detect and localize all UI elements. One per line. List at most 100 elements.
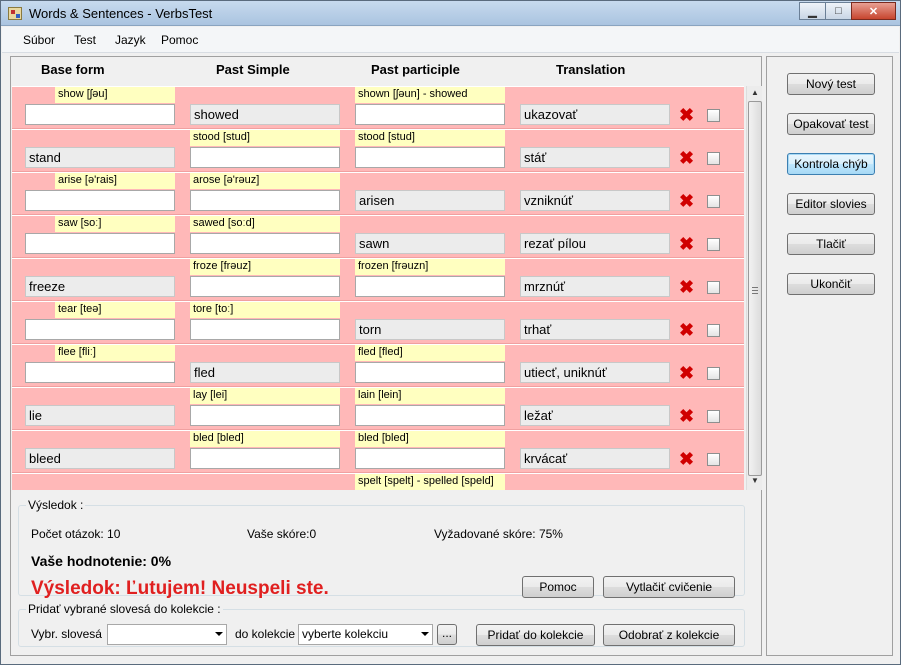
select-verb-checkbox[interactable] (707, 152, 720, 165)
hint-label: arise [ə'rais] (55, 173, 175, 189)
hint-label: flee [fliː] (55, 345, 175, 361)
scroll-thumb[interactable] (748, 101, 762, 476)
base-form-field[interactable]: stand (25, 147, 175, 168)
base-form-field[interactable] (25, 319, 175, 340)
base-form-field[interactable]: bleed (25, 448, 175, 469)
select-verb-checkbox[interactable] (707, 195, 720, 208)
translation-field: utiecť, uniknúť (520, 362, 670, 383)
select-verb-checkbox[interactable] (707, 453, 720, 466)
header-base-form: Base form (41, 62, 105, 77)
title-bar[interactable]: Words & Sentences - VerbsTest ▁ □ ✕ (1, 1, 900, 26)
scroll-down-arrow-icon[interactable]: ▼ (749, 476, 761, 488)
collection-group: Pridať vybrané slovesá do kolekcie : Vyb… (18, 602, 745, 647)
verb-row: stand stood [stud] stood [stud] stáť ✖ (12, 130, 744, 172)
menu-bar: Súbor Test Jazyk Pomoc (2, 27, 899, 53)
hint-label: lay [lei] (190, 388, 340, 404)
past-simple-field[interactable] (190, 276, 340, 297)
past-participle-field[interactable]: sawn (355, 233, 505, 254)
app-icon (8, 7, 22, 20)
translation-field: vzniknúť (520, 190, 670, 211)
menu-file[interactable]: Súbor (23, 33, 55, 47)
new-test-button[interactable]: Nový test (787, 73, 875, 95)
past-participle-field[interactable] (355, 362, 505, 383)
check-errors-button[interactable]: Kontrola chýb (787, 153, 875, 175)
past-simple-field[interactable] (190, 147, 340, 168)
browse-collection-button[interactable]: ... (437, 624, 457, 645)
verb-editor-button[interactable]: Editor slovies (787, 193, 875, 215)
close-button[interactable]: ✕ (851, 2, 896, 20)
selected-verbs-combo[interactable] (107, 624, 227, 645)
wrong-answer-icon: ✖ (679, 191, 695, 211)
repeat-test-button[interactable]: Opakovať test (787, 113, 875, 135)
past-participle-field[interactable] (355, 448, 505, 469)
collection-value: vyberte kolekciu (302, 627, 389, 641)
minimize-button[interactable]: ▁ (799, 2, 826, 20)
actions-panel: Nový test Opakovať test Kontrola chýb Ed… (766, 56, 893, 656)
hint-label: stood [stud] (190, 130, 340, 146)
hint-label: fled [fled] (355, 345, 505, 361)
test-panel: Base form Past Simple Past participle Tr… (10, 56, 762, 656)
past-simple-field[interactable] (190, 233, 340, 254)
verb-row: bleed bled [bled] bled [bled] krvácať ✖ (12, 431, 744, 473)
help-button[interactable]: Pomoc (522, 576, 594, 598)
wrong-answer-icon: ✖ (679, 320, 695, 340)
scroll-up-arrow-icon[interactable]: ▲ (749, 88, 761, 100)
base-form-field[interactable]: lie (25, 405, 175, 426)
select-verb-checkbox[interactable] (707, 324, 720, 337)
chevron-down-icon (421, 632, 429, 636)
verb-row: spelt [spelt] - spelled [speld]✖ (12, 474, 744, 490)
app-window: Words & Sentences - VerbsTest ▁ □ ✕ Súbo… (0, 0, 901, 665)
past-participle-field[interactable] (355, 147, 505, 168)
hint-label: sawed [soːd] (190, 216, 340, 232)
result-legend: Výsledok : (28, 498, 84, 512)
past-simple-field[interactable] (190, 190, 340, 211)
select-verb-checkbox[interactable] (707, 410, 720, 423)
collection-combo[interactable]: vyberte kolekciu (298, 624, 433, 645)
wrong-answer-icon: ✖ (679, 277, 695, 297)
past-simple-field[interactable]: fled (190, 362, 340, 383)
print-exercise-button[interactable]: Vytlačiť cvičenie (603, 576, 735, 598)
verb-row: freeze froze [frəuz] frozen [frəuzn] mrznúť… (12, 259, 744, 301)
header-past-simple: Past Simple (216, 62, 290, 77)
maximize-button[interactable]: □ (825, 2, 852, 20)
base-form-field[interactable] (25, 362, 175, 383)
print-button[interactable]: Tlačiť (787, 233, 875, 255)
base-form-field[interactable] (25, 104, 175, 125)
past-participle-field[interactable]: torn (355, 319, 505, 340)
grid-scrollbar[interactable]: ▲ ▼ (746, 86, 762, 490)
hint-label: tear [teə] (55, 302, 175, 318)
hint-label: arose [ə'rəuz] (190, 173, 340, 189)
past-simple-field[interactable] (190, 319, 340, 340)
select-verb-checkbox[interactable] (707, 109, 720, 122)
translation-field: ukazovať (520, 104, 670, 125)
base-form-field[interactable] (25, 233, 175, 254)
remove-from-collection-button[interactable]: Odobrať z kolekcie (603, 624, 735, 646)
past-participle-field[interactable] (355, 104, 505, 125)
menu-language[interactable]: Jazyk (115, 33, 146, 47)
select-verb-checkbox[interactable] (707, 367, 720, 380)
past-simple-field[interactable] (190, 405, 340, 426)
past-simple-field[interactable]: showed (190, 104, 340, 125)
past-participle-field[interactable] (355, 276, 505, 297)
menu-test[interactable]: Test (74, 33, 96, 47)
past-participle-field[interactable]: arisen (355, 190, 505, 211)
past-participle-field[interactable] (355, 405, 505, 426)
user-score: Vaše skóre:0 (247, 527, 317, 541)
hint-label: stood [stud] (355, 130, 505, 146)
result-group: Výsledok : Počet otázok: 10 Vaše skóre:0… (18, 498, 745, 599)
hint-label: tore [toː] (190, 302, 340, 318)
verb-row: show [ʃəu] showed shown [ʃəun] - showed uka… (12, 87, 744, 129)
menu-help[interactable]: Pomoc (161, 33, 198, 47)
verb-row: flee [fliː] fled fled [fled] utiecť, uniknú… (12, 345, 744, 387)
wrong-answer-icon: ✖ (679, 148, 695, 168)
exit-button[interactable]: Ukončiť (787, 273, 875, 295)
base-form-field[interactable]: freeze (25, 276, 175, 297)
select-verb-checkbox[interactable] (707, 281, 720, 294)
wrong-answer-icon: ✖ (679, 234, 695, 254)
verb-row: tear [teə] tore [toː] torn trhať ✖ (12, 302, 744, 344)
base-form-field[interactable] (25, 190, 175, 211)
verb-row: lie lay [lei] lain [lein] ležať ✖ (12, 388, 744, 430)
select-verb-checkbox[interactable] (707, 238, 720, 251)
add-to-collection-button[interactable]: Pridať do kolekcie (476, 624, 595, 646)
past-simple-field[interactable] (190, 448, 340, 469)
